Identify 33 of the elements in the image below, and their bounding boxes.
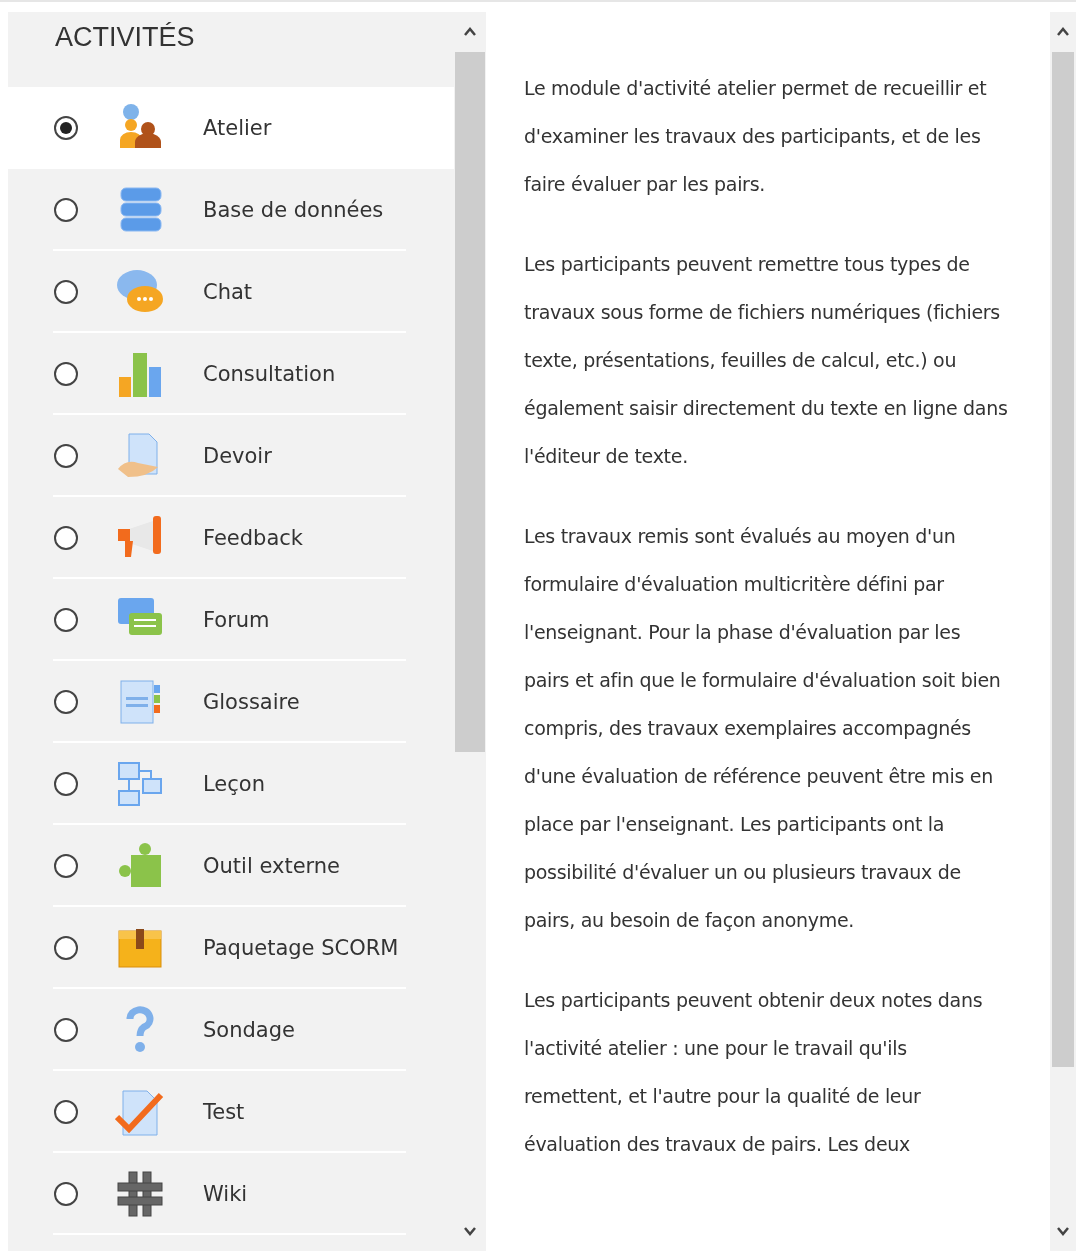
activity-label: Base de données — [203, 197, 385, 224]
activity-option[interactable]: Leçon — [8, 743, 454, 825]
description-paragraph: Les travaux remis sont évalués au moyen d'un formulaire d'évaluation multicritère défini par l'enseignant. Pour la phase d'évaluation par les pairs et afin que le formulaire d'évaluation soit bien compris, des travaux exemplaires accompagnés d'une évaluation de référence peuvent être mis en place par l'enseignant. Les participants ont la possibilité d'évaluer un ou plusieurs travaux de pairs, au besoin de façon anonyme. — [524, 524, 1002, 933]
panel-title: ACTIVITÉS — [54, 21, 196, 54]
activity-label: Test — [203, 1099, 246, 1126]
activity-option[interactable]: Glossaire — [8, 661, 454, 743]
activity-option[interactable]: Wiki — [8, 1153, 454, 1235]
activity-option[interactable]: Chat — [8, 251, 454, 333]
activity-option[interactable]: Sondage — [8, 989, 454, 1071]
description-paragraph: Les participants peuvent obtenir deux notes dans l'activité atelier : une pour le travail qu'ils remettent, et l'autre pour la qualité de leur évaluation des travaux de pairs. Les deux — [524, 988, 984, 1157]
description-paragraph: Le module d'activité atelier permet de recueillir et d'examiner les travaux des participants, et de les faire évaluer par les pairs. — [524, 76, 988, 197]
activity-label: Wiki — [203, 1181, 249, 1208]
activity-option[interactable]: Atelier — [8, 87, 454, 169]
activity-label: Leçon — [203, 771, 266, 798]
activity-label: Feedback — [203, 525, 304, 552]
activity-option[interactable]: Base de données — [8, 169, 454, 251]
activity-label: Forum — [203, 607, 271, 634]
activity-option[interactable]: Feedback — [8, 497, 454, 579]
activity-label: Sondage — [203, 1017, 296, 1044]
description-paragraph: Les participants peuvent remettre tous types de travaux sous forme de fichiers numériques (fichiers texte, présentations, feuilles de calcul, etc.) ou également saisir directement du texte en ligne dans l'éditeur de texte. — [524, 252, 1009, 469]
activity-option[interactable]: Consultation — [8, 333, 454, 415]
activity-label: Glossaire — [203, 689, 301, 716]
activity-option[interactable]: Outil externe — [8, 825, 454, 907]
activity-option[interactable]: Paquetage SCORM — [8, 907, 454, 989]
activity-label: Chat — [203, 279, 254, 306]
activity-option[interactable]: Forum — [8, 579, 454, 661]
activity-option[interactable]: Devoir — [8, 415, 454, 497]
activity-label: Atelier — [203, 115, 273, 142]
activity-label: Devoir — [203, 443, 273, 470]
activity-label: Outil externe — [203, 853, 342, 880]
activity-label: Consultation — [203, 361, 337, 388]
activity-label: Paquetage SCORM — [203, 935, 400, 962]
activity-option[interactable]: Test — [8, 1071, 454, 1153]
